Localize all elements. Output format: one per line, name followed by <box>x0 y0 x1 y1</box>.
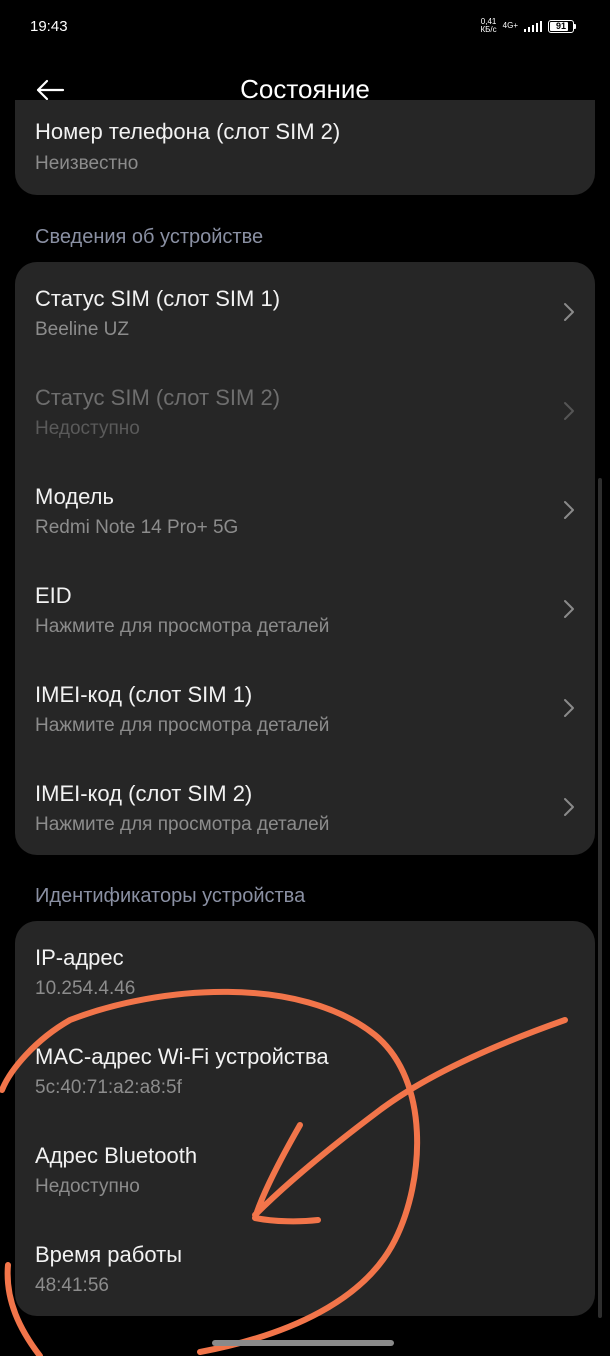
sim1-status-row[interactable]: Статус SIM (слот SIM 1) Beeline UZ <box>15 262 595 361</box>
row-value: 10.254.4.46 <box>35 978 136 999</box>
status-icons: 0,41 КБ/с 4G+ 91 <box>481 18 576 34</box>
row-title: Модель <box>35 484 114 509</box>
section-header-device-info: Сведения об устройстве <box>35 226 264 248</box>
chevron-right-icon <box>564 303 574 321</box>
row-title: IMEI-код (слот SIM 2) <box>35 781 253 806</box>
row-value: 48:41:56 <box>35 1275 109 1296</box>
chevron-right-icon <box>564 699 574 717</box>
row-value: 5c:40:71:a2:a8:5f <box>35 1077 182 1098</box>
network-speed: 0,41 КБ/с <box>481 18 497 34</box>
gesture-navigation-bar[interactable] <box>212 1340 394 1346</box>
section-header-device-ids: Идентификаторы устройства <box>35 885 306 907</box>
row-subtitle: Недоступно <box>35 418 140 439</box>
imei-sim2-row[interactable]: IMEI-код (слот SIM 2) Нажмите для просмо… <box>15 757 595 855</box>
model-row[interactable]: Модель Redmi Note 14 Pro+ 5G <box>15 460 595 559</box>
eid-row[interactable]: EID Нажмите для просмотра деталей <box>15 559 595 658</box>
row-title: IP-адрес <box>35 945 124 970</box>
signal-strength-icon <box>524 20 542 32</box>
imei-sim1-row[interactable]: IMEI-код (слот SIM 1) Нажмите для просмо… <box>15 658 595 757</box>
row-subtitle: Нажмите для просмотра деталей <box>35 814 330 835</box>
sim2-status-row: Статус SIM (слот SIM 2) Недоступно <box>15 361 595 460</box>
row-subtitle: Redmi Note 14 Pro+ 5G <box>35 517 239 538</box>
bluetooth-address-row[interactable]: Адрес Bluetooth Недоступно <box>15 1119 595 1218</box>
network-speed-unit: КБ/с <box>480 25 497 34</box>
scrollbar[interactable] <box>598 478 602 1318</box>
phone-number-sim2-row[interactable]: Номер телефона (слот SIM 2) Неизвестно <box>15 100 595 195</box>
ip-address-row[interactable]: IP-адрес 10.254.4.46 <box>15 921 595 1020</box>
network-type: 4G+ <box>502 21 518 30</box>
device-ids-card: IP-адрес 10.254.4.46 MAC-адрес Wi-Fi уст… <box>15 921 595 1316</box>
row-subtitle: Beeline UZ <box>35 319 129 340</box>
row-value: Недоступно <box>35 1176 140 1197</box>
row-title: Адрес Bluetooth <box>35 1143 198 1168</box>
chevron-right-icon <box>564 798 574 816</box>
chevron-right-icon <box>564 402 574 420</box>
wifi-mac-row[interactable]: MAC-адрес Wi-Fi устройства 5c:40:71:a2:a… <box>15 1020 595 1119</box>
row-subtitle: Нажмите для просмотра деталей <box>35 616 330 637</box>
phone-number-card: Номер телефона (слот SIM 2) Неизвестно <box>15 100 595 195</box>
row-title: Статус SIM (слот SIM 1) <box>35 286 281 311</box>
chevron-right-icon <box>564 600 574 618</box>
row-subtitle: Нажмите для просмотра деталей <box>35 715 330 736</box>
battery-icon: 91 <box>548 19 576 33</box>
battery-percent: 91 <box>555 21 566 31</box>
row-title: Время работы <box>35 1242 183 1267</box>
status-time: 19:43 <box>30 18 68 35</box>
row-title: MAC-адрес Wi-Fi устройства <box>35 1044 329 1069</box>
row-title: Статус SIM (слот SIM 2) <box>35 385 281 410</box>
row-title: EID <box>35 583 72 608</box>
row-value: Неизвестно <box>35 153 139 174</box>
row-title: Номер телефона (слот SIM 2) <box>35 119 341 144</box>
row-title: IMEI-код (слот SIM 1) <box>35 682 253 707</box>
uptime-row[interactable]: Время работы 48:41:56 <box>15 1218 595 1316</box>
chevron-right-icon <box>564 501 574 519</box>
device-info-card: Статус SIM (слот SIM 1) Beeline UZ Стату… <box>15 262 595 855</box>
status-bar: 19:43 0,41 КБ/с 4G+ 91 <box>0 0 610 56</box>
